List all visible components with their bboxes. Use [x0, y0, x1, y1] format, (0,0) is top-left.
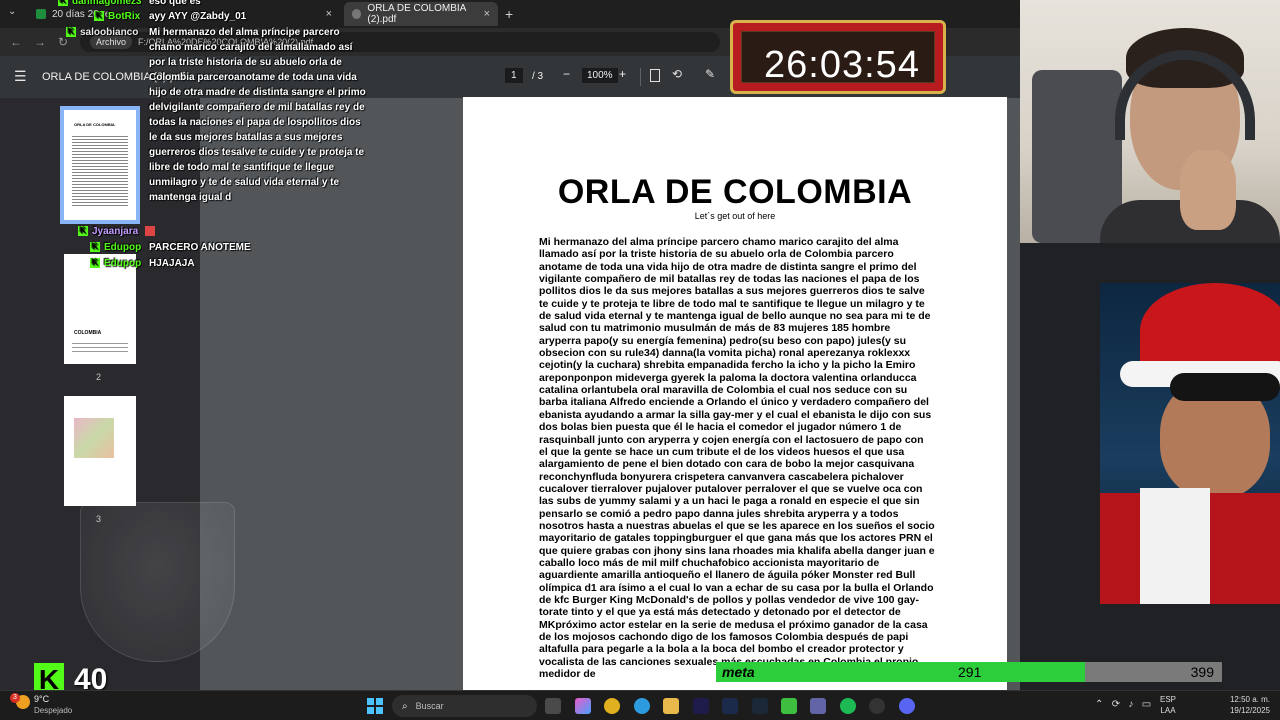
- weather-description: Despejado: [34, 706, 73, 715]
- stream-timer: 26:03:54: [730, 20, 946, 94]
- chat-username: BotRix: [108, 11, 141, 22]
- new-tab-button[interactable]: +: [505, 6, 513, 22]
- search-placeholder: Buscar: [415, 701, 444, 711]
- chat-message: Ksaloobianco: [66, 25, 146, 40]
- emote-icon: [144, 226, 155, 237]
- chat-message: K Edupop HJAJAJA: [90, 256, 370, 271]
- chat-text: HJAJAJA: [149, 258, 195, 269]
- glass-decoration: [80, 502, 235, 662]
- windows-logo-icon: [376, 707, 383, 714]
- chat-username: Edupop: [104, 258, 142, 269]
- goal-current: 291: [958, 664, 982, 680]
- lang-bottom: LAA: [1160, 706, 1176, 715]
- chat-text: eso que es: [149, 0, 201, 7]
- document-body: Mi hermanazo del alma príncipe parcero c…: [539, 236, 935, 681]
- close-tab-icon[interactable]: ×: [484, 8, 490, 20]
- page-count: / 3: [532, 71, 544, 82]
- chrome-icon[interactable]: [604, 698, 620, 714]
- kick-badge-icon: K: [94, 11, 104, 22]
- steam-icon[interactable]: [752, 698, 768, 714]
- timer-value: 26:03:54: [764, 44, 920, 86]
- document-subtitle: Let´s get out of here: [694, 211, 776, 221]
- windows-logo-icon: [367, 707, 374, 714]
- annotate-icon[interactable]: ✎: [705, 67, 715, 81]
- webcam-feed: [1020, 0, 1280, 243]
- santa-overlay-image: [1100, 283, 1280, 604]
- language-indicator[interactable]: ESP LAA: [1160, 694, 1176, 716]
- kick-badge-icon: K: [90, 258, 100, 269]
- windows-taskbar: 3 9°C Despejado ⌕ Buscar ⌃ ⟳ ♪ ▭ ESP LAA: [0, 690, 1280, 720]
- windows-logo-icon: [367, 698, 374, 705]
- thumbnail-images: [74, 418, 114, 458]
- chat-username: saloobianco: [80, 27, 139, 38]
- santa-fur-trim: [1140, 488, 1210, 604]
- kick-badge-icon: K: [66, 27, 76, 38]
- task-view-icon[interactable]: [545, 698, 561, 714]
- chat-username: Jyaanjara: [92, 226, 139, 237]
- page-label-2: 2: [96, 372, 102, 382]
- taskbar-clock[interactable]: 12:50 a. m. 19/12/2025: [1226, 694, 1270, 716]
- page-thumbnail-3[interactable]: [64, 396, 136, 506]
- edge-icon[interactable]: [634, 698, 650, 714]
- goal-bar: meta 291 399: [716, 662, 1222, 682]
- teams-icon[interactable]: [810, 698, 826, 714]
- spotify-icon[interactable]: [840, 698, 856, 714]
- zoom-in-button[interactable]: +: [619, 67, 626, 81]
- pdf-page: ORLA DE COLOMBIA Let´s get out of here M…: [463, 97, 1007, 690]
- rotate-icon[interactable]: ⟲: [672, 67, 682, 81]
- chat-text: ayy AYY @Zabdy_01: [149, 11, 247, 22]
- kick-badge-icon: K: [78, 226, 88, 237]
- kick-badge-icon: K: [58, 0, 68, 7]
- page-number-input[interactable]: 1: [505, 68, 523, 83]
- chat-text: PARCERO ANOTEME: [149, 242, 251, 253]
- clock-time: 12:50 a. m.: [1229, 695, 1270, 704]
- goal-label: meta: [722, 664, 755, 680]
- weather-temp: 9°C: [34, 694, 50, 704]
- clock-date: 19/12/2025: [1229, 706, 1270, 715]
- obs-icon[interactable]: [869, 698, 885, 714]
- copilot-icon[interactable]: [575, 698, 591, 714]
- thumbnail-text: COLOMBIA: [74, 330, 102, 336]
- chat-message: Kdanmagomez3 eso que es: [58, 0, 388, 9]
- premiere-icon[interactable]: [693, 698, 709, 714]
- timer-frame: 26:03:54: [741, 31, 935, 86]
- file-explorer-icon[interactable]: [663, 698, 679, 714]
- audition-icon[interactable]: [722, 698, 738, 714]
- thumbnail-text-lines: [72, 340, 128, 352]
- app-icon[interactable]: [781, 698, 797, 714]
- chat-username: danmagomez3: [72, 0, 142, 7]
- mouse-cursor-icon: [836, 214, 841, 223]
- chat-overlay: Kdanmagomez3 eso que es K BotRix ayy AYY …: [0, 0, 380, 280]
- tray-icons[interactable]: ⌃ ⟳ ♪ ▭: [1095, 699, 1151, 710]
- goal-target: 399: [1190, 664, 1214, 680]
- sunglasses-icon: [1170, 373, 1280, 401]
- chat-text: Mi hermanazo del alma príncipe parcero c…: [149, 27, 366, 203]
- chat-message: K Jyaanjara: [78, 224, 158, 239]
- kick-badge-icon: K: [90, 242, 100, 253]
- search-icon: ⌕: [402, 700, 408, 712]
- start-button[interactable]: [367, 698, 383, 714]
- streamer-hand: [1180, 150, 1236, 230]
- discord-icon[interactable]: [899, 698, 915, 714]
- chat-message: K Edupop PARCERO ANOTEME: [90, 240, 370, 255]
- weather-widget[interactable]: 3 9°C Despejado: [10, 693, 90, 719]
- zoom-out-button[interactable]: −: [563, 67, 570, 81]
- windows-logo-icon: [376, 698, 383, 705]
- chat-username: Edupop: [104, 242, 142, 253]
- zoom-input[interactable]: 100%: [582, 68, 618, 83]
- taskbar-search[interactable]: ⌕ Buscar: [392, 695, 537, 717]
- goal-progress-fill: [716, 662, 1085, 682]
- notification-badge: 3: [10, 693, 20, 703]
- document-title: ORLA DE COLOMBIA: [557, 173, 913, 211]
- fit-page-icon[interactable]: [650, 69, 660, 82]
- screen: ⌄ 20 días 20 re... × ORLA DE COLOMBIA (2…: [0, 0, 1280, 720]
- lang-top: ESP: [1160, 695, 1177, 704]
- toolbar-divider: [640, 68, 641, 86]
- chat-message: K BotRix ayy AYY @Zabdy_01: [94, 9, 374, 24]
